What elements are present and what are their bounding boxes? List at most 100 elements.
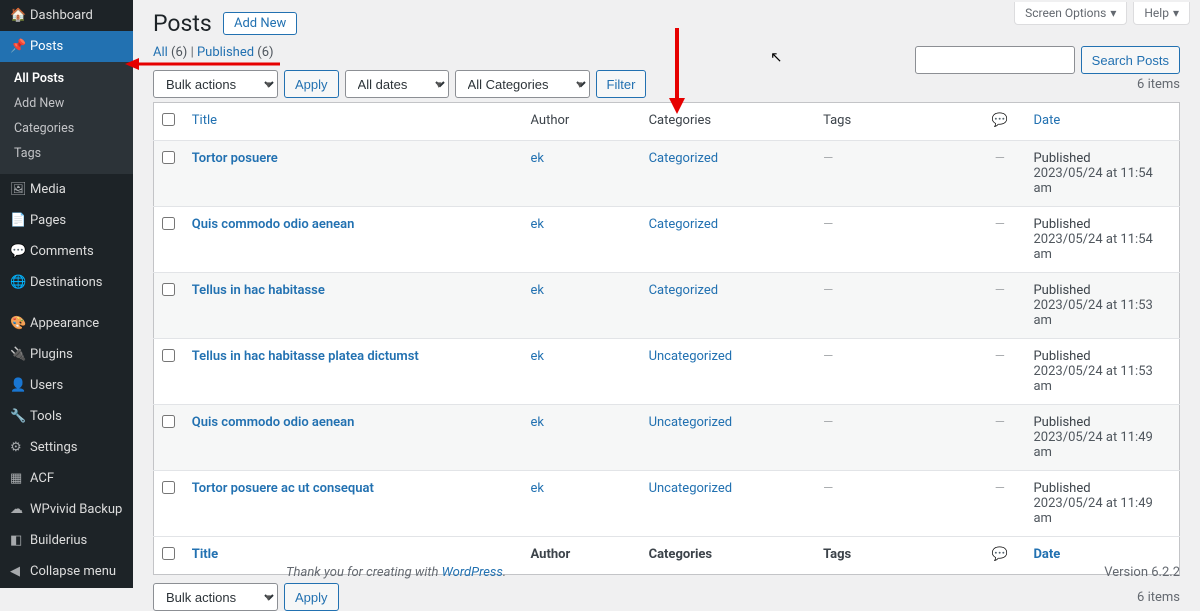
comments-cell: — xyxy=(995,217,1005,232)
category-link[interactable]: Categorized xyxy=(649,283,719,298)
sidebar-subitem-categories[interactable]: Categories xyxy=(0,116,133,141)
sidebar-item-appearance[interactable]: 🎨Appearance xyxy=(0,308,133,339)
table-row: Quis commodo odio aeneanekUncategorized—… xyxy=(154,405,1180,471)
sidebar-label: ACF xyxy=(30,471,54,486)
caret-down-icon: ▾ xyxy=(1173,6,1179,20)
filter-categories-select[interactable]: All Categories xyxy=(455,70,590,98)
comment-bubble-icon: 💬 xyxy=(992,547,1008,562)
row-checkbox[interactable] xyxy=(162,481,175,494)
caret-down-icon: ▾ xyxy=(1110,6,1116,20)
search-input[interactable] xyxy=(915,46,1075,74)
post-date: 2023/05/24 at 11:54 am xyxy=(1033,232,1152,262)
sidebar-label: Builderius xyxy=(30,533,87,548)
post-date: 2023/05/24 at 11:49 am xyxy=(1033,496,1152,526)
item-count-bottom: 6 items xyxy=(1137,590,1180,605)
sidebar-label: Destinations xyxy=(30,275,103,290)
sidebar-label: WPvivid Backup xyxy=(30,502,122,517)
search-posts-button[interactable]: Search Posts xyxy=(1081,46,1180,74)
col-comments[interactable]: 💬 xyxy=(974,103,1025,141)
pin-icon: 📌 xyxy=(10,39,30,54)
post-status: Published xyxy=(1033,217,1090,232)
acf-icon: ▦ xyxy=(10,471,30,486)
sidebar-subitem-tags[interactable]: Tags xyxy=(0,141,133,166)
category-link[interactable]: Uncategorized xyxy=(649,349,732,364)
sidebar-subitem-all-posts[interactable]: All Posts xyxy=(0,66,133,91)
appearance-icon: 🎨 xyxy=(10,316,30,331)
sidebar-item-wpvivid-backup[interactable]: ☁WPvivid Backup xyxy=(0,494,133,525)
add-new-button[interactable]: Add New xyxy=(223,12,297,35)
settings-icon: ⚙ xyxy=(10,440,30,455)
sidebar-posts-submenu: All Posts Add New Categories Tags xyxy=(0,62,133,174)
col-title[interactable]: Title xyxy=(184,103,523,141)
wordpress-link[interactable]: WordPress xyxy=(442,565,503,580)
sidebar-subitem-add-new[interactable]: Add New xyxy=(0,91,133,116)
select-all-checkbox[interactable] xyxy=(162,113,175,126)
sidebar-item-comments[interactable]: 💬Comments xyxy=(0,236,133,267)
category-link[interactable]: Uncategorized xyxy=(649,415,732,430)
pages-icon: 📄 xyxy=(10,213,30,228)
author-link[interactable]: ek xyxy=(531,283,544,298)
post-date: 2023/05/24 at 11:53 am xyxy=(1033,298,1152,328)
row-checkbox[interactable] xyxy=(162,283,175,296)
sidebar-item-plugins[interactable]: 🔌Plugins xyxy=(0,339,133,370)
table-row: Tortor posuereekCategorized——Published20… xyxy=(154,141,1180,207)
filter-button[interactable]: Filter xyxy=(596,70,647,98)
author-link[interactable]: ek xyxy=(531,415,544,430)
users-icon: 👤 xyxy=(10,378,30,393)
sidebar-item-dashboard[interactable]: 🏠 Dashboard xyxy=(0,0,133,31)
sidebar-label: Collapse menu xyxy=(30,564,116,579)
col-author[interactable]: Author xyxy=(523,103,641,141)
post-title-link[interactable]: Tellus in hac habitasse platea dictumst xyxy=(192,349,419,364)
sidebar-item-posts[interactable]: 📌 Posts xyxy=(0,31,133,62)
comments-icon: 💬 xyxy=(10,244,30,259)
tags-cell: — xyxy=(823,283,833,298)
sidebar-item-pages[interactable]: 📄Pages xyxy=(0,205,133,236)
apply-button[interactable]: Apply xyxy=(284,70,339,98)
screen-options-toggle[interactable]: Screen Options ▾ xyxy=(1014,2,1127,25)
category-link[interactable]: Categorized xyxy=(649,151,719,166)
select-all-checkbox-bottom[interactable] xyxy=(162,547,175,560)
tablenav-top: Bulk actions Apply All dates All Categor… xyxy=(153,70,1180,98)
sidebar-item-media[interactable]: 🖼Media xyxy=(0,174,133,205)
tags-cell: — xyxy=(823,349,833,364)
help-toggle[interactable]: Help ▾ xyxy=(1133,2,1190,25)
status-link-published[interactable]: Published xyxy=(197,45,254,60)
author-link[interactable]: ek xyxy=(531,217,544,232)
post-title-link[interactable]: Tortor posuere ac ut consequat xyxy=(192,481,374,496)
row-checkbox[interactable] xyxy=(162,349,175,362)
post-date: 2023/05/24 at 11:49 am xyxy=(1033,430,1152,460)
post-date: 2023/05/24 at 11:54 am xyxy=(1033,166,1152,196)
col-categories[interactable]: Categories xyxy=(641,103,816,141)
col-date[interactable]: Date xyxy=(1025,103,1179,141)
filter-dates-select[interactable]: All dates xyxy=(345,70,449,98)
sidebar-label: Tools xyxy=(30,409,62,424)
post-title-link[interactable]: Quis commodo odio aenean xyxy=(192,415,355,430)
category-link[interactable]: Uncategorized xyxy=(649,481,732,496)
sidebar-item-collapse-menu[interactable]: ◀Collapse menu xyxy=(0,556,133,587)
col-tags[interactable]: Tags xyxy=(815,103,974,141)
sidebar-item-settings[interactable]: ⚙Settings xyxy=(0,432,133,463)
row-checkbox[interactable] xyxy=(162,151,175,164)
sidebar-item-builderius[interactable]: ◧Builderius xyxy=(0,525,133,556)
bulk-actions-select-bottom[interactable]: Bulk actions xyxy=(153,583,278,611)
post-title-link[interactable]: Tellus in hac habitasse xyxy=(192,283,325,298)
category-link[interactable]: Categorized xyxy=(649,217,719,232)
status-link-all[interactable]: All xyxy=(153,45,168,60)
sidebar-item-users[interactable]: 👤Users xyxy=(0,370,133,401)
sidebar-item-acf[interactable]: ▦ACF xyxy=(0,463,133,494)
row-checkbox[interactable] xyxy=(162,415,175,428)
author-link[interactable]: ek xyxy=(531,349,544,364)
author-link[interactable]: ek xyxy=(531,151,544,166)
post-title-link[interactable]: Quis commodo odio aenean xyxy=(192,217,355,232)
table-row: Quis commodo odio aeneanekCategorized——P… xyxy=(154,207,1180,273)
sidebar-item-destinations[interactable]: 🌐Destinations xyxy=(0,267,133,298)
main-content: Screen Options ▾ Help ▾ Posts Add New Al… xyxy=(133,0,1200,588)
bulk-actions-select[interactable]: Bulk actions xyxy=(153,70,278,98)
sidebar-item-tools[interactable]: 🔧Tools xyxy=(0,401,133,432)
sidebar-label: Plugins xyxy=(30,347,73,362)
apply-button-bottom[interactable]: Apply xyxy=(284,583,339,611)
post-title-link[interactable]: Tortor posuere xyxy=(192,151,278,166)
row-checkbox[interactable] xyxy=(162,217,175,230)
post-status: Published xyxy=(1033,349,1090,364)
author-link[interactable]: ek xyxy=(531,481,544,496)
